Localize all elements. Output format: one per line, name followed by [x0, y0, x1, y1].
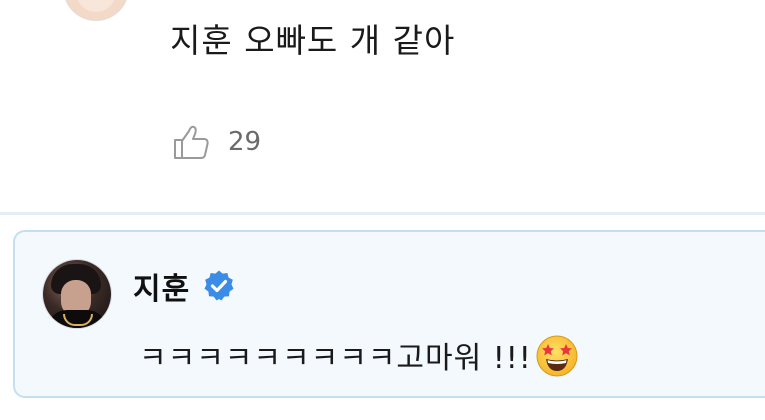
reply-body: ㅋㅋㅋㅋㅋㅋㅋㅋㅋ고마워 !!! [139, 332, 580, 378]
verified-badge-icon [204, 270, 234, 301]
like-count: 29 [228, 127, 262, 157]
reply-card: 지훈 ㅋㅋㅋㅋㅋㅋㅋㅋㅋ고마워 !!! [13, 230, 765, 398]
comment-text: 지훈 오빠도 개 같아 [170, 21, 456, 60]
commenter-avatar[interactable] [64, 0, 128, 20]
reply-text: ㅋㅋㅋㅋㅋㅋㅋㅋㅋ고마워 !!! [139, 341, 532, 376]
comment-divider [0, 212, 765, 215]
reply-author-name[interactable]: 지훈 [133, 264, 190, 308]
like-button[interactable]: 29 [172, 122, 261, 162]
author-avatar[interactable] [43, 260, 111, 328]
avatar-face-shape [76, 0, 116, 12]
thumbs-up-icon [174, 125, 209, 159]
reply-author-row: 지훈 [133, 264, 236, 308]
comment-thread: 지훈 오빠도 개 같아 29 지훈 ㅋㅋㅋㅋㅋㅋㅋㅋㅋ고마워 !!! [0, 0, 765, 420]
star-struck-emoji-icon [536, 335, 578, 377]
